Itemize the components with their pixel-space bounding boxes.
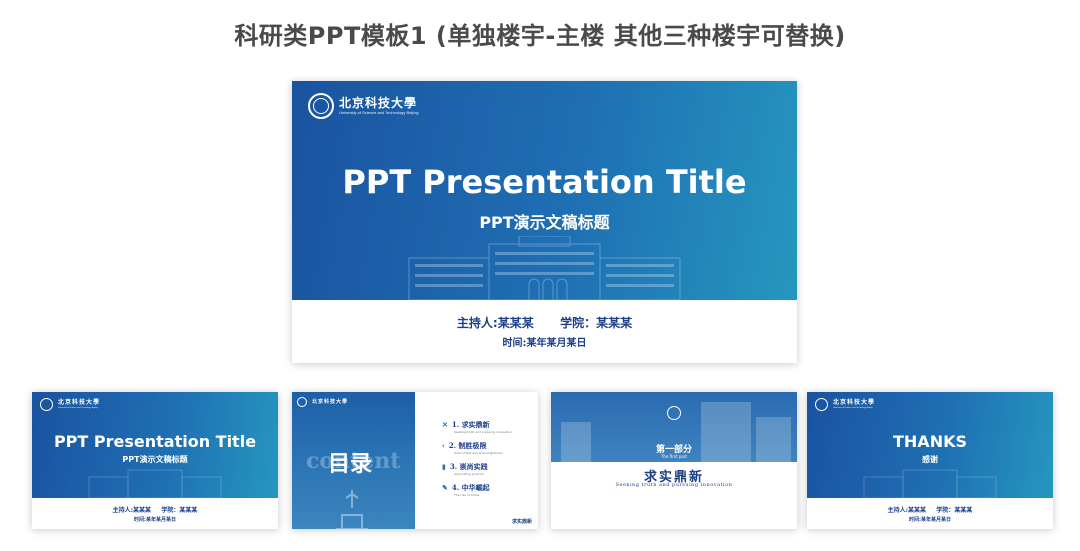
thumb2-footer: 求实鼎新	[511, 519, 532, 525]
main-slide-title-en: PPT Presentation Title	[342, 163, 747, 201]
thumb1-time: 时间:某年某月某日	[133, 517, 176, 523]
university-seal-icon	[667, 406, 681, 420]
contents-item-label: 1. 求实鼎新	[451, 420, 490, 429]
thumb1-blue-banner: 北京科技大學 University of Science and Technol…	[32, 392, 278, 498]
presenter-text: 主持人:某某某	[456, 316, 534, 330]
university-seal-icon	[308, 93, 334, 119]
main-slide-blue-banner: 北京科技大學 University of Science and Technol…	[292, 81, 797, 300]
list-item[interactable]: ▮ 3. 崇尚实践 Advocating practice	[442, 462, 538, 483]
thumb2-contents-list: ✕ 1. 求实鼎新 Seeking truth and pursuing inno…	[442, 420, 538, 504]
pencil-icon: ✎	[442, 483, 448, 492]
thumb4-subtitle: 感谢	[922, 455, 938, 464]
main-building-icon	[408, 236, 681, 300]
bar-chart-icon: ▮	[442, 462, 446, 471]
thumb4-presenter-line: 主持人:某某某 学院：某某某	[887, 507, 973, 514]
thumb4-info-panel: 主持人:某某某 学院：某某某 时间:某年某月某日	[807, 498, 1053, 529]
chevron-left-icon: ‹	[442, 441, 445, 450]
thumb1-title-cn: PPT演示文稿标题	[122, 455, 188, 464]
university-seal-icon	[40, 398, 53, 411]
thumb1-info-panel: 主持人:某某某 学院：某某某 时间:某年某月某日	[32, 498, 278, 529]
contents-item-sub: Advocating practice	[454, 472, 484, 476]
university-logo: 北京科技大學 University of Science and Technol…	[308, 93, 419, 119]
contents-item-sub: The rise of China	[454, 493, 480, 497]
university-name-cn: 北京科技大學	[312, 398, 349, 405]
contents-item-label: 2. 制胜极限	[448, 441, 487, 450]
university-logo: 北京科技大學	[297, 397, 348, 407]
list-item[interactable]: ✕ 1. 求实鼎新 Seeking truth and pursuing inno…	[442, 420, 538, 441]
university-logo: 北京科技大學 University of Science and Technol…	[40, 398, 100, 411]
list-item[interactable]: ✎ 4. 中华崛起 The rise of China	[442, 483, 538, 504]
contents-item-label: 3. 崇尚实践	[449, 462, 488, 471]
time-text: 时间:某年某月某日	[502, 338, 587, 349]
university-seal-icon	[815, 398, 828, 411]
university-name-en: University of Science and Technology Bei…	[58, 407, 98, 409]
university-name-cn: 北京科技大學	[833, 399, 876, 406]
contents-item-sub: Goal of fast and slow brightness	[454, 451, 503, 455]
thumb2-heading: 目录	[328, 451, 373, 477]
thumb4-title: THANKS	[893, 432, 967, 451]
building-icon	[88, 469, 222, 498]
list-item[interactable]: ‹ 2. 制胜极限 Goal of fast and slow brightnes…	[442, 441, 538, 462]
university-logo: 北京科技大學 University of Science and Technol…	[815, 398, 875, 411]
contents-item-sub: Seeking truth and pursuing innovation	[454, 430, 512, 434]
thumbnail-thanks-slide[interactable]: 北京科技大學 University of Science and Technol…	[807, 392, 1053, 529]
thumb1-title-en: PPT Presentation Title	[53, 432, 257, 451]
thumb1-presenter-line: 主持人:某某某 学院：某某某	[112, 507, 198, 514]
thumb3-part-en: The first part	[660, 454, 687, 459]
main-slide-title-cn: PPT演示文稿标题	[479, 213, 610, 232]
thumb4-time: 时间:某年某月某日	[908, 517, 951, 523]
thumb3-photo-banner: 第一部分 The first part	[551, 392, 797, 462]
thumbnail-title-slide[interactable]: 北京科技大學 University of Science and Technol…	[32, 392, 278, 529]
thumbnail-contents-slide[interactable]: 北京科技大學 content 目录 ✕ 1. 求实鼎新 Seeking truth…	[292, 392, 538, 529]
university-name-en: University of Science and Technology Bei…	[833, 407, 873, 409]
university-seal-icon	[297, 397, 307, 407]
university-name-en: University of Science and Technology Bei…	[339, 110, 419, 115]
college-text: 学院：某某某	[560, 316, 633, 330]
contents-item-label: 4. 中华崛起	[451, 483, 490, 492]
thumb4-blue-banner: 北京科技大學 University of Science and Technol…	[807, 392, 1053, 498]
page-title: 科研类PPT模板1 (单独楼宇-主楼 其他三种楼宇可替换)	[234, 22, 846, 50]
main-slide-preview[interactable]: 北京科技大學 University of Science and Technol…	[292, 81, 797, 363]
thumbnail-section-slide[interactable]: 第一部分 The first part 求实鼎新 Seeking truth a…	[551, 392, 797, 529]
cross-icon: ✕	[442, 420, 448, 429]
university-name-cn: 北京科技大學	[339, 96, 418, 110]
thumb2-photo-panel: 北京科技大學 content 目录	[292, 392, 415, 529]
university-name-cn: 北京科技大學	[58, 399, 101, 406]
building-icon	[863, 469, 997, 498]
thumb3-motto-en: Seeking truth and pursuing innovation	[615, 482, 733, 488]
statue-icon	[336, 490, 368, 529]
main-slide-info-panel: 主持人:某某某 学院：某某某 时间:某年某月某日	[292, 300, 797, 363]
